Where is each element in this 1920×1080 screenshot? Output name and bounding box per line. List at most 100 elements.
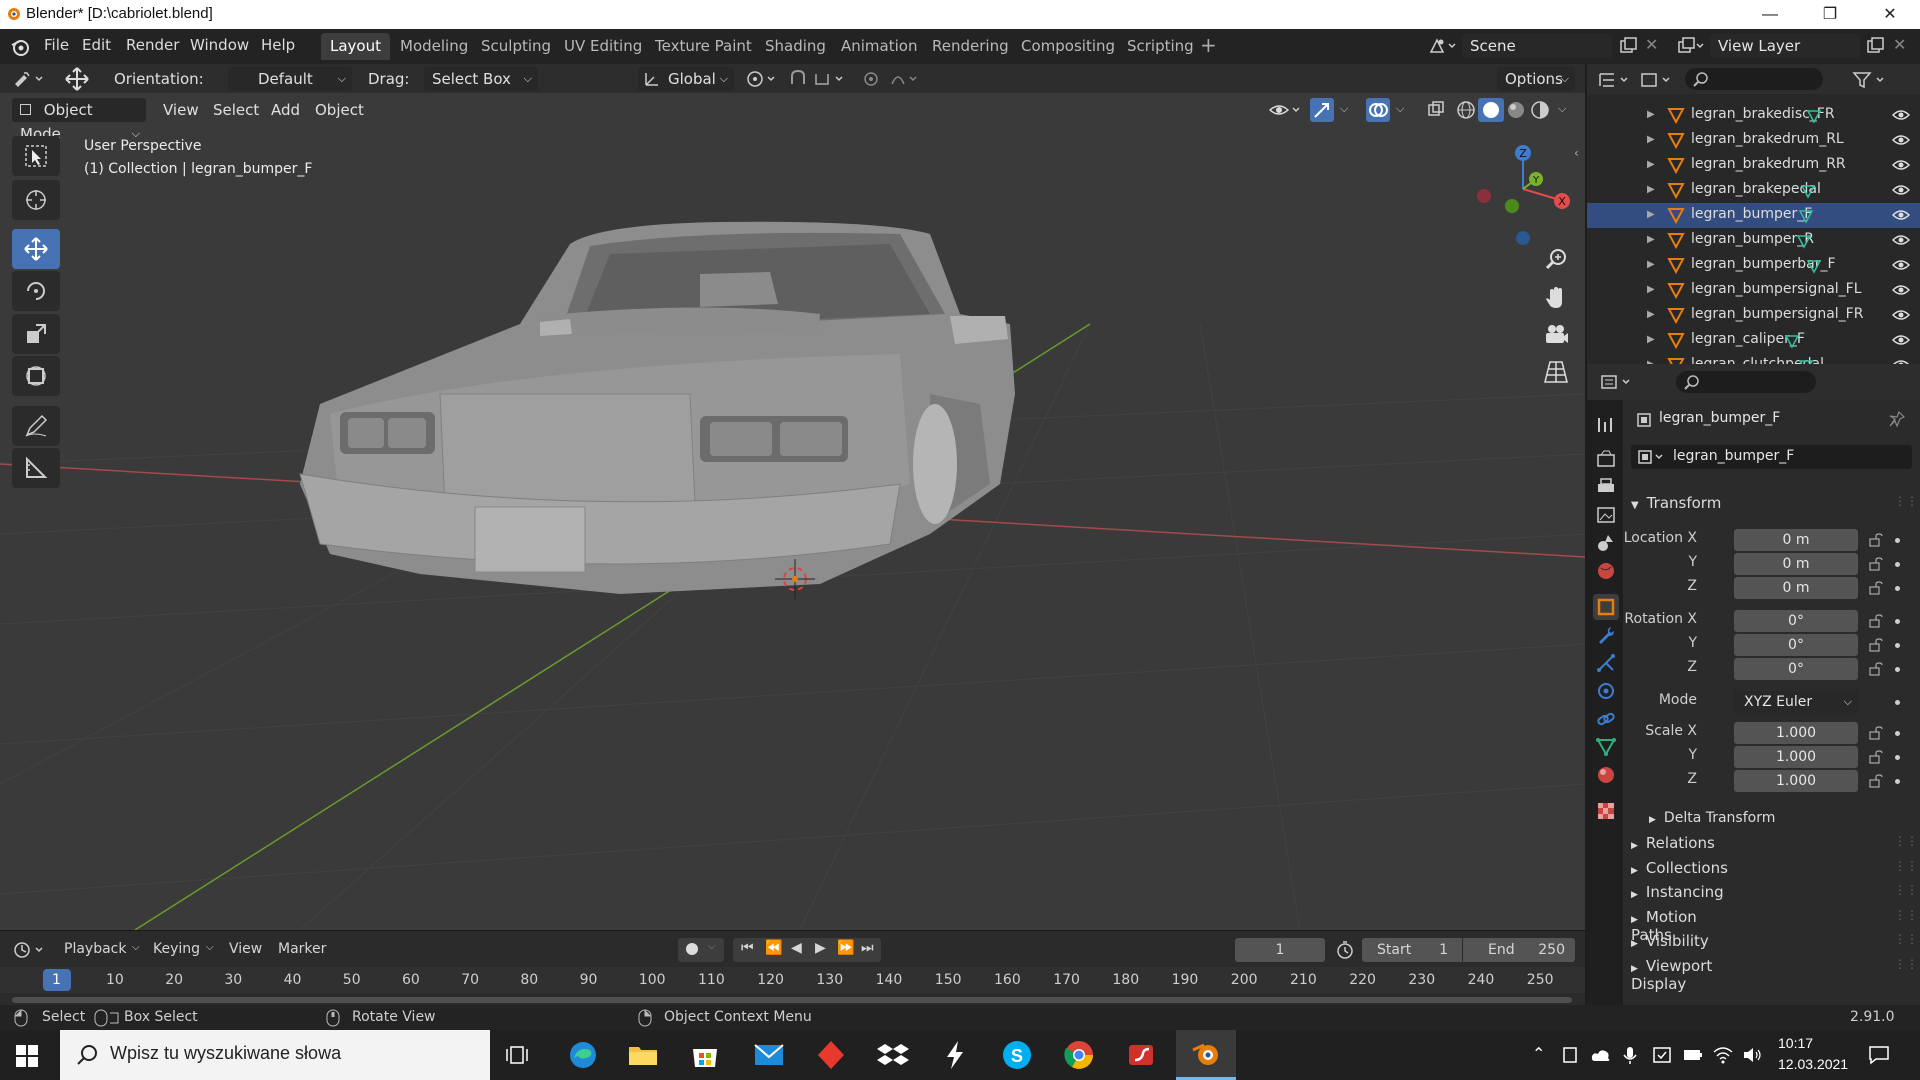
snap-icon[interactable] [788, 68, 848, 90]
start-frame-field[interactable]: Start 1 [1362, 938, 1462, 962]
properties-search-input[interactable] [1676, 371, 1816, 393]
perspective-toggle-button[interactable] [1540, 356, 1572, 388]
dropbox-icon[interactable] [876, 1038, 910, 1072]
rendered-shading-icon[interactable] [1530, 100, 1550, 120]
chevron-down-icon[interactable]: ⌵ [1558, 102, 1566, 116]
tab-render[interactable] [1593, 446, 1619, 472]
keyframe-dot[interactable] [1895, 538, 1900, 543]
skype-icon[interactable]: S [1000, 1038, 1034, 1072]
panel-section-visibility[interactable]: ▶ Visibility [1631, 932, 1709, 950]
annotate-tool[interactable] [12, 406, 60, 446]
mesh-data-icon[interactable] [1795, 232, 1813, 250]
cursor-tool[interactable] [12, 180, 60, 220]
panel-section-collections[interactable]: ▶ Collections [1631, 859, 1728, 877]
timeline-menu-marker[interactable]: Marker [278, 941, 326, 957]
tray-cloud-icon[interactable] [1590, 1045, 1612, 1065]
viewport-menu-view[interactable]: View [163, 98, 199, 122]
gizmo-toggle-button[interactable] [1310, 98, 1334, 122]
close-window-button[interactable]: ✕ [1860, 0, 1920, 29]
keyframe-dot[interactable] [1895, 700, 1900, 705]
mesh-data-icon[interactable] [1783, 332, 1801, 350]
tab-tool[interactable] [1593, 412, 1619, 438]
tab-animation[interactable]: Animation [832, 33, 926, 60]
tray-device-icon[interactable] [1560, 1045, 1580, 1065]
task-view-icon[interactable] [502, 1038, 536, 1072]
chrome-icon[interactable] [1062, 1038, 1096, 1072]
drag-handle-icon[interactable]: ⋮⋮ [1894, 859, 1918, 873]
lock-icon[interactable] [1868, 726, 1884, 740]
lock-icon[interactable] [1868, 533, 1884, 547]
pivot-point-icon[interactable] [744, 68, 780, 90]
taskbar-search-box[interactable]: Wpisz tu wyszukiwane słowa [60, 1030, 490, 1080]
visibility-eye-icon[interactable] [1892, 233, 1910, 247]
tab-view-layer[interactable] [1593, 502, 1619, 528]
drag-handle-icon[interactable]: ⋮⋮ [1894, 883, 1918, 897]
pan-view-button[interactable] [1540, 282, 1572, 314]
file-explorer-icon[interactable] [626, 1038, 660, 1072]
expand-triangle-icon[interactable]: ▶ [1647, 259, 1655, 270]
lock-icon[interactable] [1868, 662, 1884, 676]
location-z-field[interactable]: 0 m [1734, 577, 1858, 599]
play-reverse-icon[interactable]: ◀ [791, 940, 802, 956]
tab-layout[interactable]: Layout [321, 33, 390, 60]
viewport-menu-select[interactable]: Select [213, 98, 259, 122]
rotate-tool[interactable] [12, 271, 60, 311]
tray-chevron-up-icon[interactable]: ⌃ [1532, 1044, 1545, 1063]
visibility-eye-icon[interactable] [1892, 258, 1910, 272]
end-frame-field[interactable]: End 250 [1463, 938, 1575, 962]
timeline-menu-keying[interactable]: Keying [153, 941, 200, 957]
taskbar-clock-date[interactable]: 12.03.2021 [1778, 1056, 1848, 1072]
mesh-data-icon[interactable] [1799, 182, 1817, 200]
new-scene-icon[interactable] [1618, 36, 1638, 56]
drag-handle-icon[interactable]: ⋮⋮ [1894, 908, 1918, 922]
delta-transform-header[interactable]: ▶ Delta Transform [1649, 810, 1775, 826]
panel-section-viewport-display[interactable]: ▶ Viewport Display [1631, 957, 1712, 993]
keyframe-dot[interactable] [1895, 667, 1900, 672]
3d-viewport[interactable]: Orientation: Default ⌵ Drag: Select Box … [0, 64, 1585, 930]
outliner-row[interactable]: ▶ legran_brakedrum_RR [1587, 153, 1920, 178]
object-name-field[interactable]: legran_bumper_F [1631, 445, 1912, 469]
drag-handle-icon[interactable]: ⋮⋮ [1894, 494, 1918, 508]
outliner-row[interactable]: ▶legran_clutchpedal [1587, 353, 1920, 364]
blender-taskbar-button[interactable] [1176, 1030, 1236, 1080]
visibility-eye-icon[interactable] [1268, 100, 1304, 120]
xray-toggle-icon[interactable] [1426, 100, 1446, 120]
app-red-diamond-icon[interactable] [814, 1038, 848, 1072]
lock-icon[interactable] [1868, 750, 1884, 764]
microsoft-store-icon[interactable] [688, 1038, 722, 1072]
tray-microphone-icon[interactable] [1622, 1045, 1638, 1065]
viewport-menu-add[interactable]: Add [271, 98, 300, 122]
measure-tool[interactable] [12, 448, 60, 488]
drag-handle-icon[interactable]: ⋮⋮ [1894, 932, 1918, 946]
notification-center-icon[interactable] [1868, 1045, 1890, 1065]
material-preview-icon[interactable] [1506, 100, 1526, 120]
menu-window[interactable]: Window [190, 36, 249, 54]
rotation-y-field[interactable]: 0° [1734, 634, 1858, 656]
mesh-data-icon[interactable] [1797, 357, 1815, 364]
jump-next-keyframe-icon[interactable]: ⏩ [837, 940, 854, 956]
expand-triangle-icon[interactable]: ▶ [1647, 184, 1655, 195]
mode-dropdown[interactable]: Object Mode ⌵ [12, 98, 146, 143]
tray-volume-icon[interactable] [1742, 1045, 1764, 1065]
lock-icon[interactable] [1868, 557, 1884, 571]
maximize-button[interactable]: ❐ [1800, 0, 1860, 29]
keyframe-dot[interactable] [1895, 779, 1900, 784]
keyframe-dot[interactable] [1895, 731, 1900, 736]
outliner-row[interactable]: ▶ legran_bumper_F [1587, 203, 1920, 228]
overlays-toggle-button[interactable] [1366, 98, 1390, 122]
tray-wifi-icon[interactable] [1712, 1045, 1734, 1065]
outliner-row[interactable]: ▶ legran_brakepedal [1587, 178, 1920, 203]
scale-tool[interactable] [12, 314, 60, 354]
drag-handle-icon[interactable]: ⋮⋮ [1894, 834, 1918, 848]
location-y-field[interactable]: 0 m [1734, 553, 1858, 575]
outliner-row[interactable]: ▶ legran_bumpersignal_FL [1587, 278, 1920, 303]
sidebar-toggle-icon[interactable]: ‹ [1574, 146, 1579, 160]
rotation-mode-dropdown[interactable]: XYZ Euler ⌵ [1734, 691, 1858, 713]
current-frame-field[interactable]: 1 [1235, 938, 1325, 962]
visibility-eye-icon[interactable] [1892, 108, 1910, 122]
new-view-layer-icon[interactable] [1865, 36, 1885, 56]
move-tool[interactable] [12, 229, 60, 269]
lock-icon[interactable] [1868, 614, 1884, 628]
tab-modeling[interactable]: Modeling [391, 33, 477, 60]
view-layer-selector-icon[interactable] [1676, 36, 1706, 56]
